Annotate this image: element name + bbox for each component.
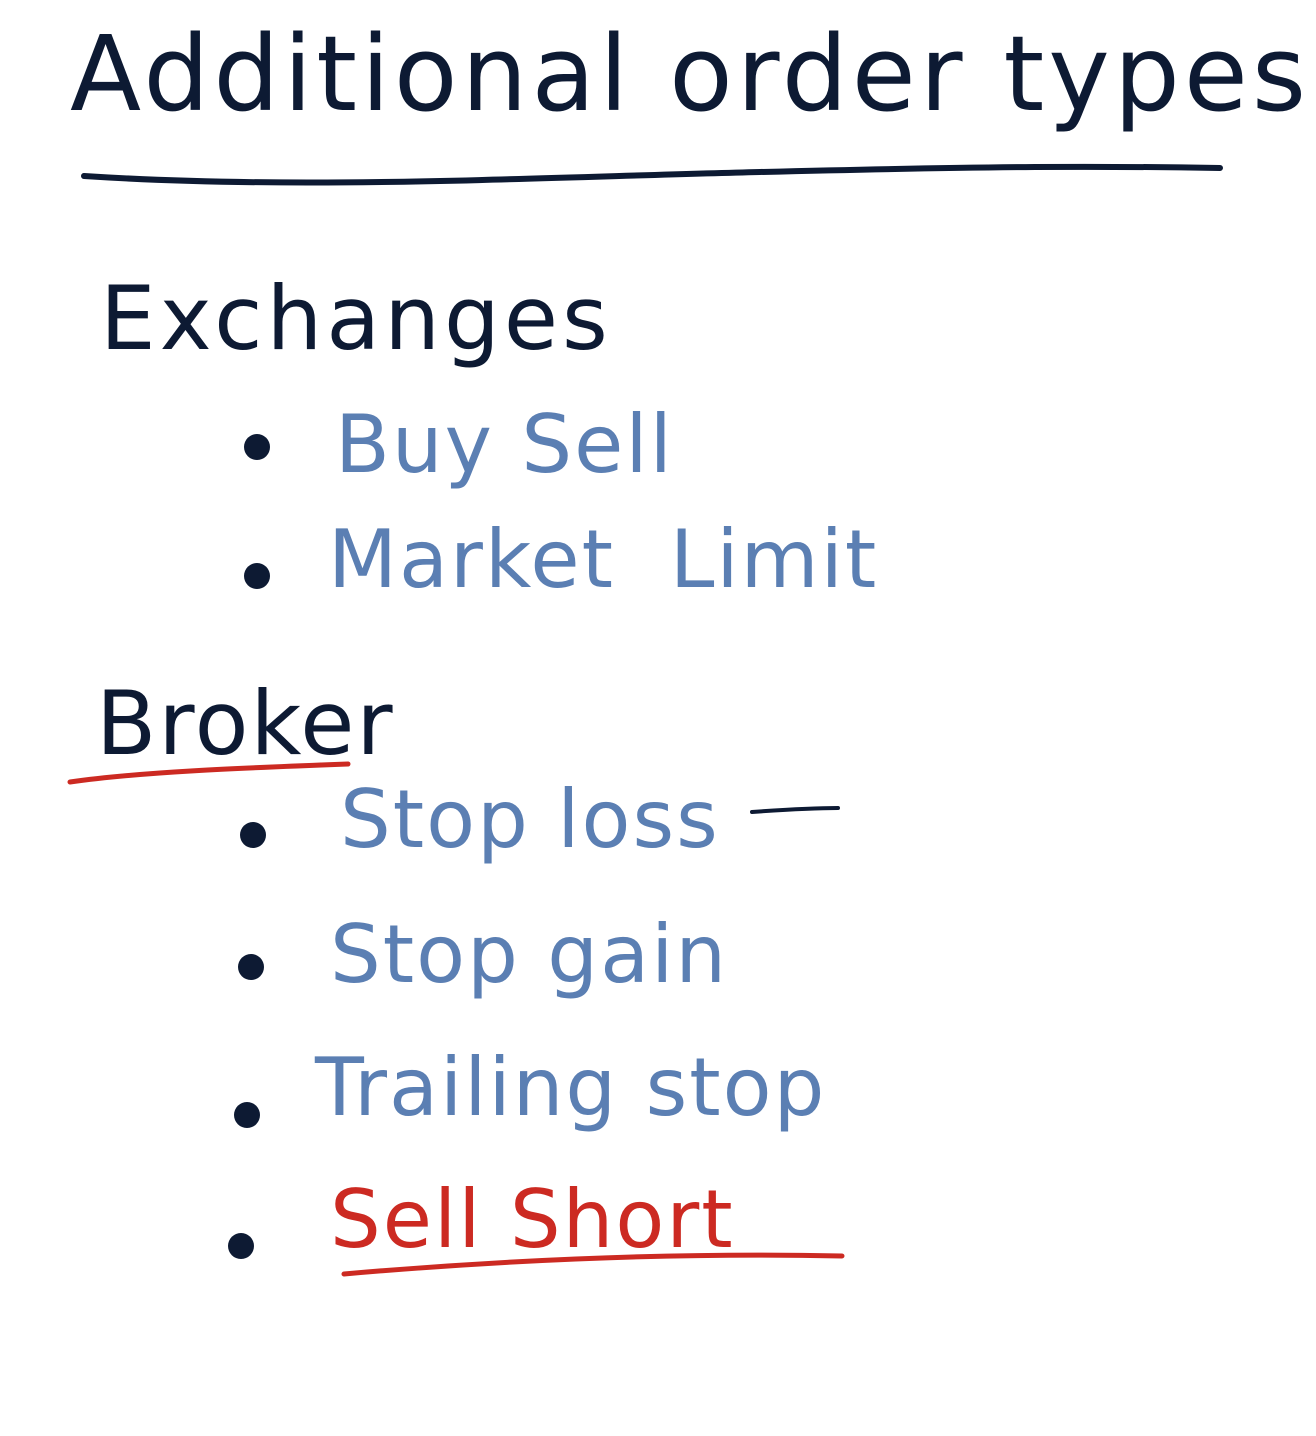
stop-loss-dash <box>750 806 840 814</box>
list-item-stop-gain: Stop gain <box>330 908 729 1001</box>
section-heading-exchanges: Exchanges <box>100 267 612 370</box>
list-item-market-limit: Market Limit <box>328 513 879 606</box>
whiteboard-page: Additional order types Exchanges Buy Sel… <box>0 0 1316 1436</box>
bullet-dot <box>240 822 266 848</box>
bullet-dot <box>234 1102 260 1128</box>
list-item-trailing-stop: Trailing stop <box>315 1041 827 1134</box>
bullet-dot <box>228 1233 254 1259</box>
bullet-dot <box>244 563 270 589</box>
list-item-sell-short: Sell Short <box>330 1173 735 1266</box>
list-item-buy-sell: Buy Sell <box>335 398 674 491</box>
section-heading-broker: Broker <box>96 672 395 775</box>
page-title: Additional order types <box>70 13 1311 135</box>
bullet-dot <box>244 434 270 460</box>
title-underline <box>81 163 1223 186</box>
bullet-dot <box>238 954 264 980</box>
list-item-stop-loss: Stop loss <box>340 773 720 866</box>
